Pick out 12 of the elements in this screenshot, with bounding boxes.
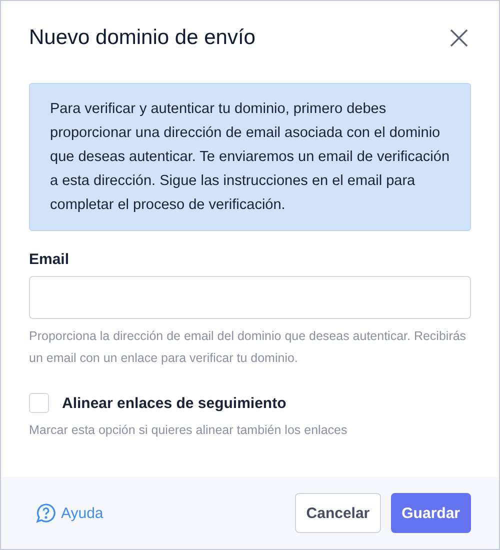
checkbox-label: Alinear enlaces de seguimiento bbox=[62, 394, 286, 412]
hint-text: Marcar esta opción si quieres alinear también los enlaces bbox=[29, 422, 348, 439]
help-text: Proporciona la dirección de email del dominio que deseas autenticar. Recibirás un email con un enlace para verificar tu dominio. bbox=[29, 328, 468, 367]
info-message: Para verificar y autenticar tu dominio, primero debes proporcionar una dirección de email asociada con el dominio que deseas autenticar. Te enviaremos un email de verificación a esta dirección. Sigue las instrucciones en el email para completar el proceso de verificación. bbox=[29, 83, 471, 231]
cancel-button[interactable]: Cancelar bbox=[295, 493, 381, 533]
save-button[interactable]: Guardar bbox=[390, 493, 471, 533]
dialog-title: Nuevo dominio de envío bbox=[29, 26, 256, 50]
help-link[interactable]: Ayuda bbox=[35, 502, 104, 524]
help-icon bbox=[35, 502, 57, 524]
email-input[interactable] bbox=[29, 276, 471, 319]
field-label: Email bbox=[29, 251, 70, 268]
checkbox[interactable] bbox=[29, 393, 49, 413]
